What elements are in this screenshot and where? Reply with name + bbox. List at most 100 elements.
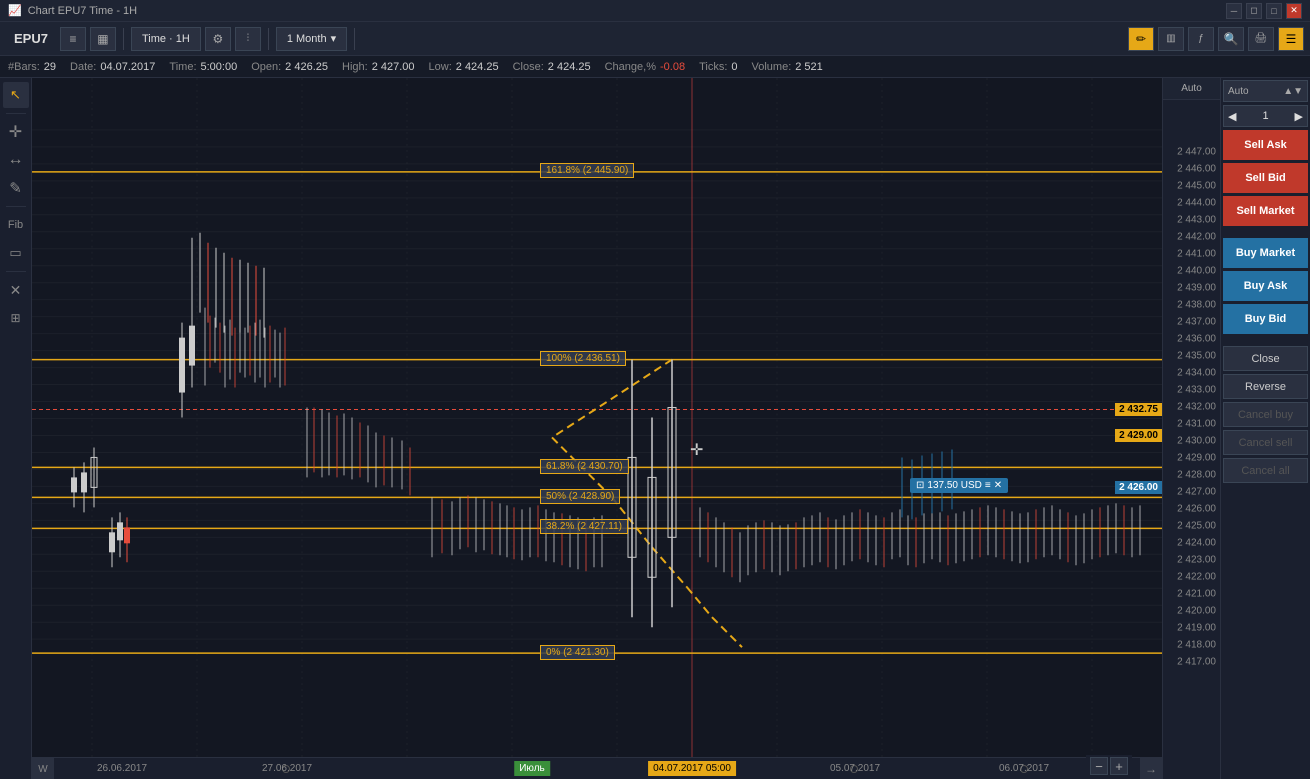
restore-btn[interactable]: ◻	[1246, 3, 1262, 19]
position-amount: 137.50 USD	[927, 480, 981, 491]
month-label: Июль	[514, 761, 550, 776]
fib-label-100: 100% (2 436.51)	[540, 351, 626, 366]
price-scale: Auto 2 447.00 2 446.00 2 445.00 2 444.00…	[1162, 78, 1220, 779]
tool-sep-2	[6, 206, 26, 207]
price-tick-2432: 2 432.00	[1177, 402, 1216, 413]
time-label-4: 05.07.2017	[830, 763, 880, 774]
minimize-btn[interactable]: ─	[1226, 3, 1242, 19]
price-tick-2439: 2 439.00	[1177, 283, 1216, 294]
price-tick-2423: 2 423.00	[1177, 555, 1216, 566]
ticks-value: 0	[731, 61, 737, 73]
qty-down-btn[interactable]: ◀	[1228, 110, 1236, 123]
bars-info: #Bars: 29	[8, 61, 56, 73]
time-value: 5:00:00	[201, 61, 238, 73]
config-btn[interactable]: ☰	[1278, 27, 1304, 51]
chart-type-btn[interactable]: ▦	[90, 27, 116, 51]
period-dropdown-icon: ▾	[331, 32, 337, 45]
menu-btn[interactable]: ≡	[60, 27, 86, 51]
buy-bid-btn[interactable]: Buy Bid	[1223, 304, 1308, 334]
date-value: 04.07.2017	[100, 61, 155, 73]
fib-tool[interactable]: Fib	[3, 212, 29, 238]
price-tick-2427: 2 427.00	[1177, 487, 1216, 498]
high-label: High:	[342, 61, 368, 73]
indicator-btn[interactable]: ƒ	[1188, 27, 1214, 51]
scroll-left-btn[interactable]: W	[32, 758, 54, 779]
price-scale-mode[interactable]: Auto	[1163, 78, 1220, 100]
low-value: 2 424.25	[456, 61, 499, 73]
price-tag-2432: 2 432.75	[1115, 403, 1162, 416]
volume-label: Volume:	[752, 61, 792, 73]
position-settings-icon: ≡	[985, 480, 991, 491]
sell-market-btn[interactable]: Sell Market	[1223, 196, 1308, 226]
chart-style-btn[interactable]: ⫶	[235, 27, 261, 51]
price-tick-2443: 2 443.00	[1177, 215, 1216, 226]
draw-pen-btn[interactable]: ✏	[1128, 27, 1154, 51]
close-value: 2 424.25	[548, 61, 591, 73]
cancel-buy-btn[interactable]: Cancel buy	[1223, 402, 1308, 427]
bar-analysis-btn[interactable]: ▥	[1158, 27, 1184, 51]
cursor-tool[interactable]: ↖	[3, 82, 29, 108]
window-title: Chart EPU7 Time - 1H	[28, 5, 137, 17]
chart-canvas[interactable]: 161.8% (2 445.90) 100% (2 436.51) 61.8% …	[32, 78, 1162, 757]
close-label: Close:	[513, 61, 544, 73]
position-icon: ⊡	[916, 480, 924, 491]
zoom-controls: − +	[1086, 755, 1132, 777]
symbol-label: EPU7	[6, 31, 56, 46]
scroll-right-btn[interactable]: →	[1140, 758, 1162, 779]
x-tool[interactable]: ✕	[3, 277, 29, 303]
print-btn[interactable]: 🖨	[1248, 27, 1274, 51]
chart-icon: 📈	[8, 4, 22, 17]
time-label-2: 27.06.2017	[262, 763, 312, 774]
cancel-sell-btn[interactable]: Cancel sell	[1223, 430, 1308, 455]
chart-area: 161.8% (2 445.90) 100% (2 436.51) 61.8% …	[32, 78, 1162, 779]
open-value: 2 426.25	[285, 61, 328, 73]
time-scale: W 26.06.2017 27.06.2017 Июль 04.07.2017 …	[32, 757, 1162, 779]
date-label: Date:	[70, 61, 96, 73]
grid-tool[interactable]: ⊞	[3, 305, 29, 331]
price-tick-2418: 2 418.00	[1177, 640, 1216, 651]
date-info: Date: 04.07.2017	[70, 61, 155, 73]
high-value: 2 427.00	[372, 61, 415, 73]
sell-ask-btn[interactable]: Sell Ask	[1223, 130, 1308, 160]
price-tick-2419: 2 419.00	[1177, 623, 1216, 634]
buy-market-btn[interactable]: Buy Market	[1223, 238, 1308, 268]
price-tick-2434: 2 434.00	[1177, 368, 1216, 379]
period-selector[interactable]: 1 Month ▾	[276, 27, 347, 51]
fib-label-618: 61.8% (2 430.70)	[540, 459, 629, 474]
close-info: Close: 2 424.25	[513, 61, 591, 73]
qty-up-btn[interactable]: ▶	[1295, 110, 1303, 123]
time-label: Time:	[169, 61, 196, 73]
title-bar: 📈 Chart EPU7 Time - 1H ─ ◻ □ ✕	[0, 0, 1310, 22]
search-chart-btn[interactable]: 🔍	[1218, 27, 1244, 51]
price-tick-2433: 2 433.00	[1177, 385, 1216, 396]
high-info: High: 2 427.00	[342, 61, 415, 73]
price-tag-2426: 2 426.00	[1115, 481, 1162, 494]
arrow-tool[interactable]: ↔	[3, 147, 29, 173]
timeframe-selector[interactable]: Time · 1H	[131, 27, 201, 51]
zoom-in-btn[interactable]: +	[1110, 757, 1128, 775]
close-btn[interactable]: Close	[1223, 346, 1308, 371]
price-tick-2426: 2 426.00	[1177, 504, 1216, 515]
price-tick-2421: 2 421.00	[1177, 589, 1216, 600]
zoom-out-btn[interactable]: −	[1090, 757, 1108, 775]
cancel-all-btn[interactable]: Cancel all	[1223, 458, 1308, 483]
price-tick-2438: 2 438.00	[1177, 300, 1216, 311]
price-tick-2440: 2 440.00	[1177, 266, 1216, 277]
price-tick-2444: 2 444.00	[1177, 198, 1216, 209]
fib-label-0: 0% (2 421.30)	[540, 645, 615, 660]
crosshair-tool[interactable]: ✛	[3, 119, 29, 145]
price-tag-2429: 2 429.00	[1115, 429, 1162, 442]
period-label: 1 Month	[287, 33, 327, 45]
open-label: Open:	[251, 61, 281, 73]
timeframe-settings-btn[interactable]: ⚙	[205, 27, 231, 51]
open-info: Open: 2 426.25	[251, 61, 328, 73]
buy-ask-btn[interactable]: Buy Ask	[1223, 271, 1308, 301]
reverse-btn[interactable]: Reverse	[1223, 374, 1308, 399]
pen-tool[interactable]: ✎	[3, 175, 29, 201]
maximize-btn[interactable]: □	[1266, 3, 1282, 19]
close-btn[interactable]: ✕	[1286, 3, 1302, 19]
price-tick-2428: 2 428.00	[1177, 470, 1216, 481]
sell-bid-btn[interactable]: Sell Bid	[1223, 163, 1308, 193]
rect-tool[interactable]: ▭	[3, 240, 29, 266]
price-tick-2436: 2 436.00	[1177, 334, 1216, 345]
